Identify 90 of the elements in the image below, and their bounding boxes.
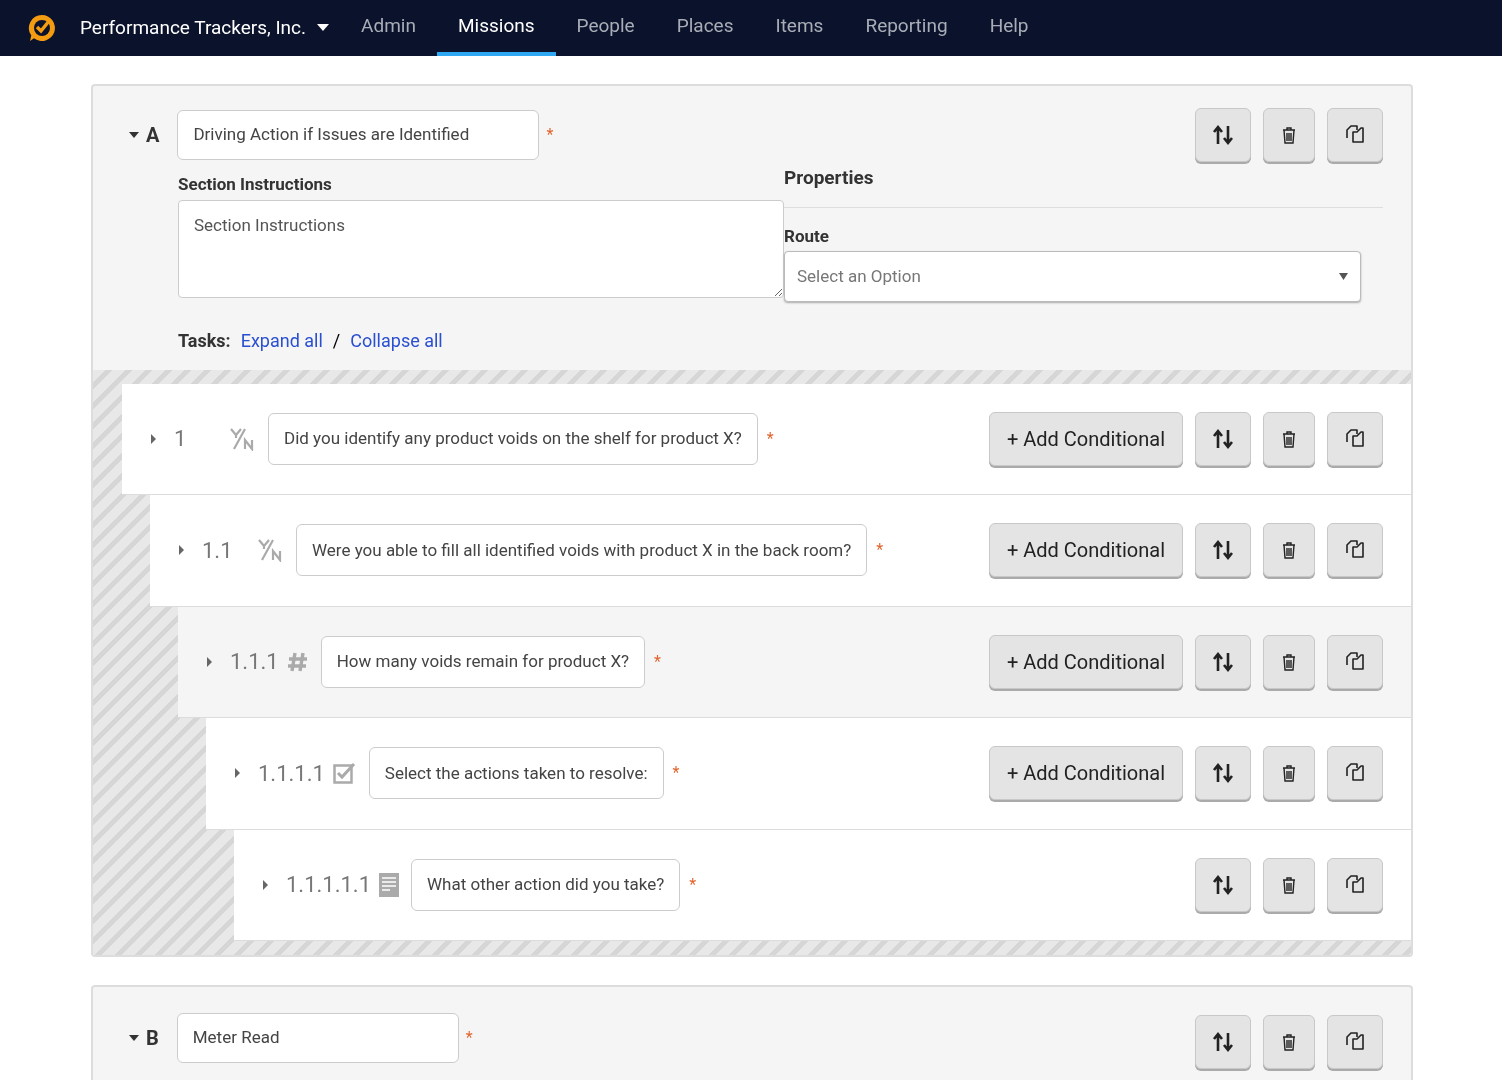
nav-tab[interactable]: Items xyxy=(754,0,845,56)
duplicate-button[interactable] xyxy=(1327,411,1383,466)
required-asterisk: * xyxy=(465,1027,473,1049)
delete-button[interactable] xyxy=(1263,746,1315,801)
copy-icon xyxy=(1344,124,1366,146)
required-asterisk: * xyxy=(654,650,661,673)
field-label: Route xyxy=(784,224,830,248)
required-asterisk: * xyxy=(689,873,697,896)
yes-no-icon xyxy=(230,426,256,451)
copy-icon xyxy=(1344,873,1366,896)
required-asterisk: * xyxy=(672,762,680,785)
document-icon xyxy=(379,872,400,897)
required-asterisk: * xyxy=(766,427,774,450)
trash-icon xyxy=(1281,429,1297,448)
sort-icon xyxy=(1212,650,1234,673)
question-field[interactable]: What other action did you take? xyxy=(411,858,681,911)
add-conditional-button[interactable]: + Add Conditional xyxy=(988,634,1183,689)
nav-tab[interactable]: People xyxy=(555,0,656,56)
section-toggle[interactable]: A xyxy=(128,120,160,150)
delete-button[interactable] xyxy=(1263,411,1315,466)
company-dropdown[interactable]: Performance Trackers, Inc. xyxy=(80,13,330,43)
trash-icon xyxy=(1281,126,1297,144)
route-select[interactable]: Select an Option xyxy=(784,251,1361,302)
hash-icon xyxy=(286,650,309,673)
copy-icon xyxy=(1344,1031,1366,1053)
sort-icon xyxy=(1212,873,1234,896)
instructions-field[interactable]: Section Instructions xyxy=(178,199,784,298)
trash-icon xyxy=(1281,541,1297,560)
nav-tab[interactable]: Admin xyxy=(340,0,437,56)
checkbox-icon xyxy=(332,762,357,785)
properties-heading: Properties xyxy=(784,164,1383,208)
logo-icon[interactable] xyxy=(27,13,57,43)
required-asterisk: * xyxy=(876,539,884,562)
duplicate-button[interactable] xyxy=(1327,1015,1383,1069)
sort-icon xyxy=(1212,539,1234,562)
required-asterisk: * xyxy=(546,124,554,146)
move-button[interactable] xyxy=(1195,411,1251,466)
add-conditional-button[interactable]: + Add Conditional xyxy=(988,523,1183,578)
trash-icon xyxy=(1281,875,1297,894)
delete-button[interactable] xyxy=(1263,108,1315,162)
copy-icon xyxy=(1344,650,1366,673)
yes-no-icon xyxy=(258,538,284,563)
sort-icon xyxy=(1212,427,1234,450)
duplicate-button[interactable] xyxy=(1327,746,1383,801)
move-button[interactable] xyxy=(1195,1015,1251,1069)
nav-tab[interactable]: Reporting xyxy=(844,0,969,56)
move-button[interactable] xyxy=(1195,108,1251,162)
task-number: 1.1.1.1.1 xyxy=(286,871,372,900)
trash-icon xyxy=(1281,1033,1297,1051)
trash-icon xyxy=(1281,652,1297,671)
sort-icon xyxy=(1212,1031,1234,1053)
task-number: 1.1.1 xyxy=(230,648,279,677)
field-label: Section Instructions xyxy=(178,173,333,196)
caret-down-icon xyxy=(1339,273,1348,280)
duplicate-button[interactable] xyxy=(1327,857,1383,912)
task-number: 1 xyxy=(174,425,188,454)
trash-icon xyxy=(1281,764,1297,783)
delete-button[interactable] xyxy=(1263,857,1315,912)
add-conditional-button[interactable]: + Add Conditional xyxy=(988,746,1183,801)
tasks-label: Tasks: xyxy=(178,328,231,353)
question-field[interactable]: Select the actions taken to resolve: xyxy=(368,747,664,800)
nav-tab[interactable]: Missions xyxy=(436,0,556,56)
section-toggle[interactable]: B xyxy=(128,1023,159,1053)
sort-icon xyxy=(1212,124,1234,146)
copy-icon xyxy=(1344,427,1366,450)
sort-icon xyxy=(1212,762,1234,785)
task-number: 1.1 xyxy=(202,536,234,565)
move-button[interactable] xyxy=(1195,523,1251,578)
duplicate-button[interactable] xyxy=(1327,108,1383,162)
move-button[interactable] xyxy=(1195,857,1251,912)
move-button[interactable] xyxy=(1195,746,1251,801)
collapse-all-link[interactable]: Collapse all xyxy=(350,326,443,354)
caret-down-icon xyxy=(317,24,330,32)
nav-tab[interactable]: Places xyxy=(655,0,755,56)
duplicate-button[interactable] xyxy=(1327,634,1383,689)
question-field[interactable]: Were you able to fill all identified voids with product X in the back room? xyxy=(296,524,868,577)
section-title-field[interactable]: Driving Action if Issues are Identified xyxy=(177,110,540,160)
delete-button[interactable] xyxy=(1263,1015,1315,1069)
section-title-field[interactable]: Meter Read xyxy=(176,1013,459,1063)
task-number: 1.1.1.1 xyxy=(258,759,325,788)
question-field[interactable]: Did you identify any product voids on the shelf for product X? xyxy=(268,412,758,465)
delete-button[interactable] xyxy=(1263,523,1315,578)
question-field[interactable]: How many voids remain for product X? xyxy=(320,635,646,688)
expand-all-link[interactable]: Expand all xyxy=(240,326,323,354)
move-button[interactable] xyxy=(1195,634,1251,689)
nav-tab[interactable]: Help xyxy=(968,0,1050,56)
duplicate-button[interactable] xyxy=(1327,523,1383,578)
link-separator: / xyxy=(332,328,341,353)
add-conditional-button[interactable]: + Add Conditional xyxy=(988,411,1183,466)
delete-button[interactable] xyxy=(1263,634,1315,689)
